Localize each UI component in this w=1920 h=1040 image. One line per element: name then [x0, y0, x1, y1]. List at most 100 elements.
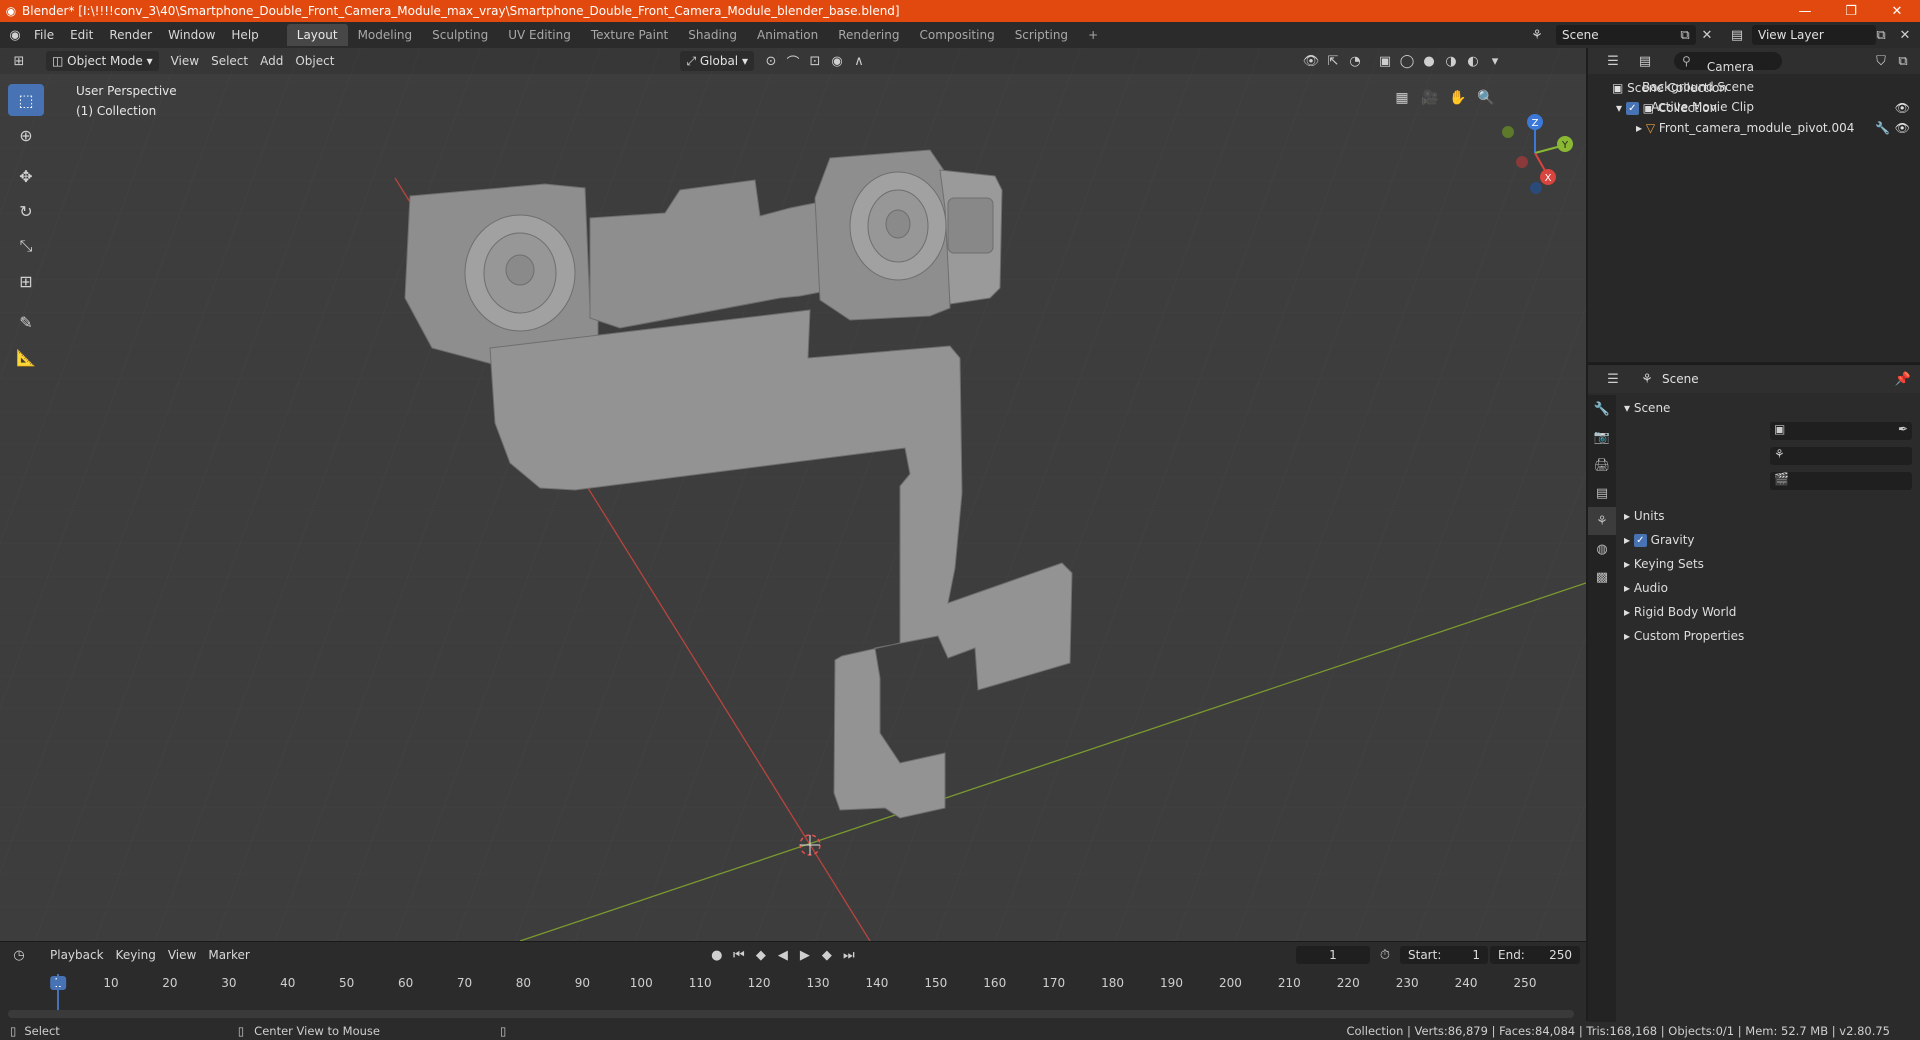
tab-modeling[interactable]: Modeling: [348, 24, 423, 46]
annotate-tool-icon[interactable]: ✎: [8, 306, 44, 338]
eye-icon[interactable]: 👁: [1895, 118, 1910, 138]
add-workspace-button[interactable]: +: [1078, 24, 1108, 46]
delete-scene-icon[interactable]: ✕: [1696, 25, 1718, 45]
minimize-button[interactable]: —: [1782, 0, 1828, 22]
camera-field[interactable]: ▣ ✒: [1770, 422, 1912, 440]
menu-window[interactable]: Window: [160, 22, 223, 48]
viewport-menu-select[interactable]: Select: [205, 51, 254, 71]
tab-animation[interactable]: Animation: [747, 24, 828, 46]
viewport-menu-add[interactable]: Add: [254, 51, 289, 71]
filter-icon[interactable]: ⛉: [1870, 51, 1892, 71]
snap-icon[interactable]: ⌒: [782, 51, 804, 71]
tool-tab-icon[interactable]: 🔧: [1588, 395, 1616, 423]
menu-edit[interactable]: Edit: [62, 22, 101, 48]
pivot-point-icon[interactable]: ⊙: [760, 51, 782, 71]
snap-target-icon[interactable]: ⊡: [804, 51, 826, 71]
outliner-editor-type-icon[interactable]: ☰: [1602, 51, 1624, 71]
scene-selector-icon[interactable]: ⚘: [1526, 25, 1548, 45]
timeline-scrollbar[interactable]: [8, 1010, 1574, 1018]
outliner-object-row[interactable]: ▸ ▽ Front_camera_module_pivot.004 🔧 👁: [1588, 118, 1920, 138]
play-icon[interactable]: ▶: [794, 945, 816, 965]
timeline-menu-view[interactable]: View: [162, 945, 202, 965]
editor-type-icon[interactable]: ⊞: [8, 51, 30, 71]
menu-help[interactable]: Help: [223, 22, 266, 48]
scene-tab-icon[interactable]: ⚘: [1588, 507, 1616, 535]
texture-tab-icon[interactable]: ▩: [1588, 563, 1616, 591]
camera-view-icon[interactable]: 🎥: [1416, 84, 1444, 112]
custom-properties-panel-header[interactable]: ▸ Custom Properties: [1624, 625, 1744, 647]
viewport-menu-object[interactable]: Object: [289, 51, 340, 71]
blender-menu-icon[interactable]: ◉: [4, 25, 26, 45]
next-keyframe-icon[interactable]: ◆: [816, 945, 838, 965]
current-frame-field[interactable]: 1: [1296, 946, 1370, 964]
transform-tool-icon[interactable]: ⊞: [8, 265, 44, 297]
units-panel-header[interactable]: ▸ Units: [1624, 505, 1665, 527]
measure-tool-icon[interactable]: 📐: [8, 341, 44, 373]
start-frame-field[interactable]: Start: 1: [1400, 946, 1488, 964]
falloff-icon[interactable]: ∧: [848, 51, 870, 71]
move-tool-icon[interactable]: ✥: [8, 160, 44, 192]
tab-sculpting[interactable]: Sculpting: [422, 24, 498, 46]
toggle-ortho-icon[interactable]: ▦: [1388, 84, 1416, 112]
gravity-checkbox[interactable]: ✓: [1633, 534, 1647, 547]
tab-layout[interactable]: Layout: [286, 24, 348, 46]
eyedropper-icon[interactable]: ✒: [1898, 422, 1908, 436]
menu-render[interactable]: Render: [101, 22, 160, 48]
select-box-tool-icon[interactable]: ⬚: [8, 84, 44, 116]
audio-panel-header[interactable]: ▸ Audio: [1624, 577, 1668, 599]
xray-toggle-icon[interactable]: ▣: [1374, 51, 1396, 71]
timeline-menu-keying[interactable]: Keying: [110, 945, 162, 965]
menu-file[interactable]: File: [26, 22, 62, 48]
material-shading-icon[interactable]: ◑: [1440, 51, 1462, 71]
proportional-edit-icon[interactable]: ◉: [826, 51, 848, 71]
solid-shading-icon[interactable]: ●: [1418, 51, 1440, 71]
active-movie-clip-field[interactable]: 🎬: [1770, 472, 1912, 490]
timeline-menu-marker[interactable]: Marker: [202, 945, 255, 965]
scene-panel-header[interactable]: ▾ Scene: [1624, 397, 1670, 419]
pan-view-icon[interactable]: ✋: [1444, 84, 1472, 112]
object-mode-dropdown[interactable]: ◫ Object Mode ▾: [46, 51, 159, 71]
jump-start-icon[interactable]: ⏮: [728, 945, 750, 965]
view-layer-icon[interactable]: ▤: [1726, 25, 1748, 45]
scale-tool-icon[interactable]: ⤡: [8, 230, 44, 262]
new-collection-icon[interactable]: ⧉: [1892, 51, 1914, 71]
keying-sets-panel-header[interactable]: ▸ Keying Sets: [1624, 553, 1704, 575]
gizmo-toggle-icon[interactable]: ⇱: [1322, 51, 1344, 71]
end-frame-field[interactable]: End: 250: [1490, 946, 1580, 964]
close-button[interactable]: ✕: [1874, 0, 1920, 22]
new-view-layer-icon[interactable]: ⧉: [1870, 25, 1892, 45]
timeline-menu-playback[interactable]: Playback: [44, 945, 110, 965]
delete-view-layer-icon[interactable]: ✕: [1894, 25, 1916, 45]
timeline-editor-type-icon[interactable]: ◷: [8, 945, 30, 965]
rotate-tool-icon[interactable]: ↻: [8, 195, 44, 227]
output-tab-icon[interactable]: 🖨: [1588, 451, 1616, 479]
jump-end-icon[interactable]: ⏭: [838, 945, 860, 965]
rigid-body-world-panel-header[interactable]: ▸ Rigid Body World: [1624, 601, 1736, 623]
new-scene-icon[interactable]: ⧉: [1674, 25, 1696, 45]
eye-icon[interactable]: 👁: [1895, 98, 1910, 118]
modifier-icon[interactable]: 🔧: [1875, 118, 1890, 138]
gravity-panel-header[interactable]: ▸ ✓ Gravity: [1624, 529, 1695, 551]
shading-options-icon[interactable]: ▾: [1484, 51, 1506, 71]
viewport-menu-view[interactable]: View: [165, 51, 205, 71]
view-layer-field[interactable]: View Layer: [1752, 25, 1876, 45]
zoom-view-icon[interactable]: 🔍: [1472, 84, 1500, 112]
3d-viewport[interactable]: Z Y X ⊞ ◫ Object Mode ▾ View Select Add …: [0, 48, 1586, 941]
view-layer-tab-icon[interactable]: ▤: [1588, 479, 1616, 507]
tab-compositing[interactable]: Compositing: [909, 24, 1004, 46]
cursor-tool-icon[interactable]: ⊕: [8, 119, 44, 151]
transform-orientation-dropdown[interactable]: ⤢ Global ▾: [680, 51, 754, 71]
tab-scripting[interactable]: Scripting: [1005, 24, 1078, 46]
overlay-toggle-icon[interactable]: ◔: [1344, 51, 1366, 71]
prev-keyframe-icon[interactable]: ◆: [750, 945, 772, 965]
expand-icon[interactable]: ▸: [1636, 121, 1646, 135]
play-reverse-icon[interactable]: ◀: [772, 945, 794, 965]
pin-icon[interactable]: 📌: [1892, 369, 1914, 389]
tab-uv-editing[interactable]: UV Editing: [498, 24, 581, 46]
background-scene-field[interactable]: ⚘: [1770, 447, 1912, 465]
world-tab-icon[interactable]: ◍: [1588, 535, 1616, 563]
tab-rendering[interactable]: Rendering: [828, 24, 909, 46]
tab-texture-paint[interactable]: Texture Paint: [581, 24, 678, 46]
rendered-shading-icon[interactable]: ◐: [1462, 51, 1484, 71]
wireframe-shading-icon[interactable]: ◯: [1396, 51, 1418, 71]
